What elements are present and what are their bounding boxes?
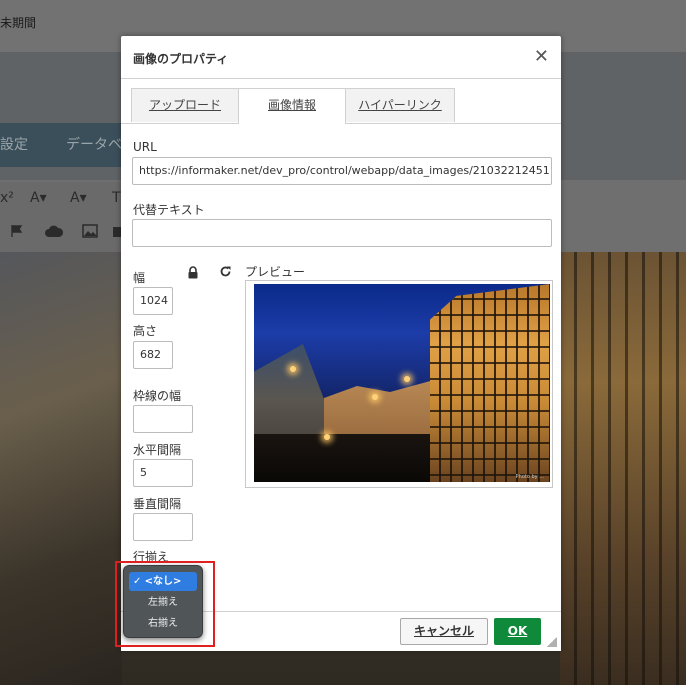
ok-button[interactable]: OK — [494, 618, 541, 645]
height-input[interactable]: 682 — [133, 341, 173, 369]
url-label: URL — [133, 140, 157, 154]
preview-watermark: Photo by ... — [515, 474, 544, 480]
cancel-button[interactable]: キャンセル — [400, 618, 488, 645]
cloud-upload-icon — [44, 224, 64, 242]
highlight-box — [115, 561, 215, 647]
preview-label: プレビュー — [245, 265, 306, 279]
dialog-title: 画像のプロパティ — [133, 52, 229, 66]
flag-icon — [10, 224, 24, 242]
preview-image: Photo by ... — [254, 284, 550, 482]
alt-text-input[interactable] — [132, 219, 552, 247]
preview-box: Photo by ... — [245, 280, 553, 488]
background-settings-button: 設定 — [0, 123, 52, 167]
text-style-icon: A▾ — [30, 190, 47, 206]
height-label: 高さ — [133, 324, 158, 338]
lock-icon[interactable] — [186, 266, 200, 280]
width-label: 幅 — [133, 271, 146, 285]
resize-handle[interactable] — [547, 637, 557, 647]
tab-hyperlink[interactable]: ハイパーリンク — [345, 88, 455, 122]
hspace-label: 水平間隔 — [133, 443, 182, 457]
border-width-label: 枠線の幅 — [133, 389, 182, 403]
superscript-icon: x² — [0, 190, 14, 206]
hspace-input[interactable]: 5 — [133, 459, 193, 487]
dialog-header: 画像のプロパティ ✕ — [121, 36, 561, 79]
border-width-input[interactable] — [133, 405, 193, 433]
url-input[interactable]: https://informaker.net/dev_pro/control/w… — [132, 157, 552, 185]
background-toolbar-row2 — [0, 216, 122, 252]
close-icon[interactable]: ✕ — [534, 46, 549, 67]
background-period-label: 未期間 — [0, 16, 37, 30]
background-toolbar-row1: x² A▾ A▾ T — [0, 182, 122, 216]
tab-image-info[interactable]: 画像情報 — [238, 88, 346, 124]
tab-upload[interactable]: アップロード — [131, 88, 239, 122]
vspace-input[interactable] — [133, 513, 193, 541]
alt-text-label: 代替テキスト — [133, 203, 205, 217]
image-properties-dialog: 画像のプロパティ ✕ アップロード 画像情報 ハイパーリンク URL https… — [121, 36, 561, 651]
reset-size-icon[interactable] — [218, 265, 232, 279]
vspace-label: 垂直間隔 — [133, 497, 182, 511]
dialog-tabs: アップロード 画像情報 ハイパーリンク — [121, 88, 561, 124]
font-color-icon: A▾ — [70, 190, 87, 206]
text-format-icon: T — [112, 190, 121, 206]
image-icon — [82, 224, 98, 242]
width-input[interactable]: 1024 — [133, 287, 173, 315]
